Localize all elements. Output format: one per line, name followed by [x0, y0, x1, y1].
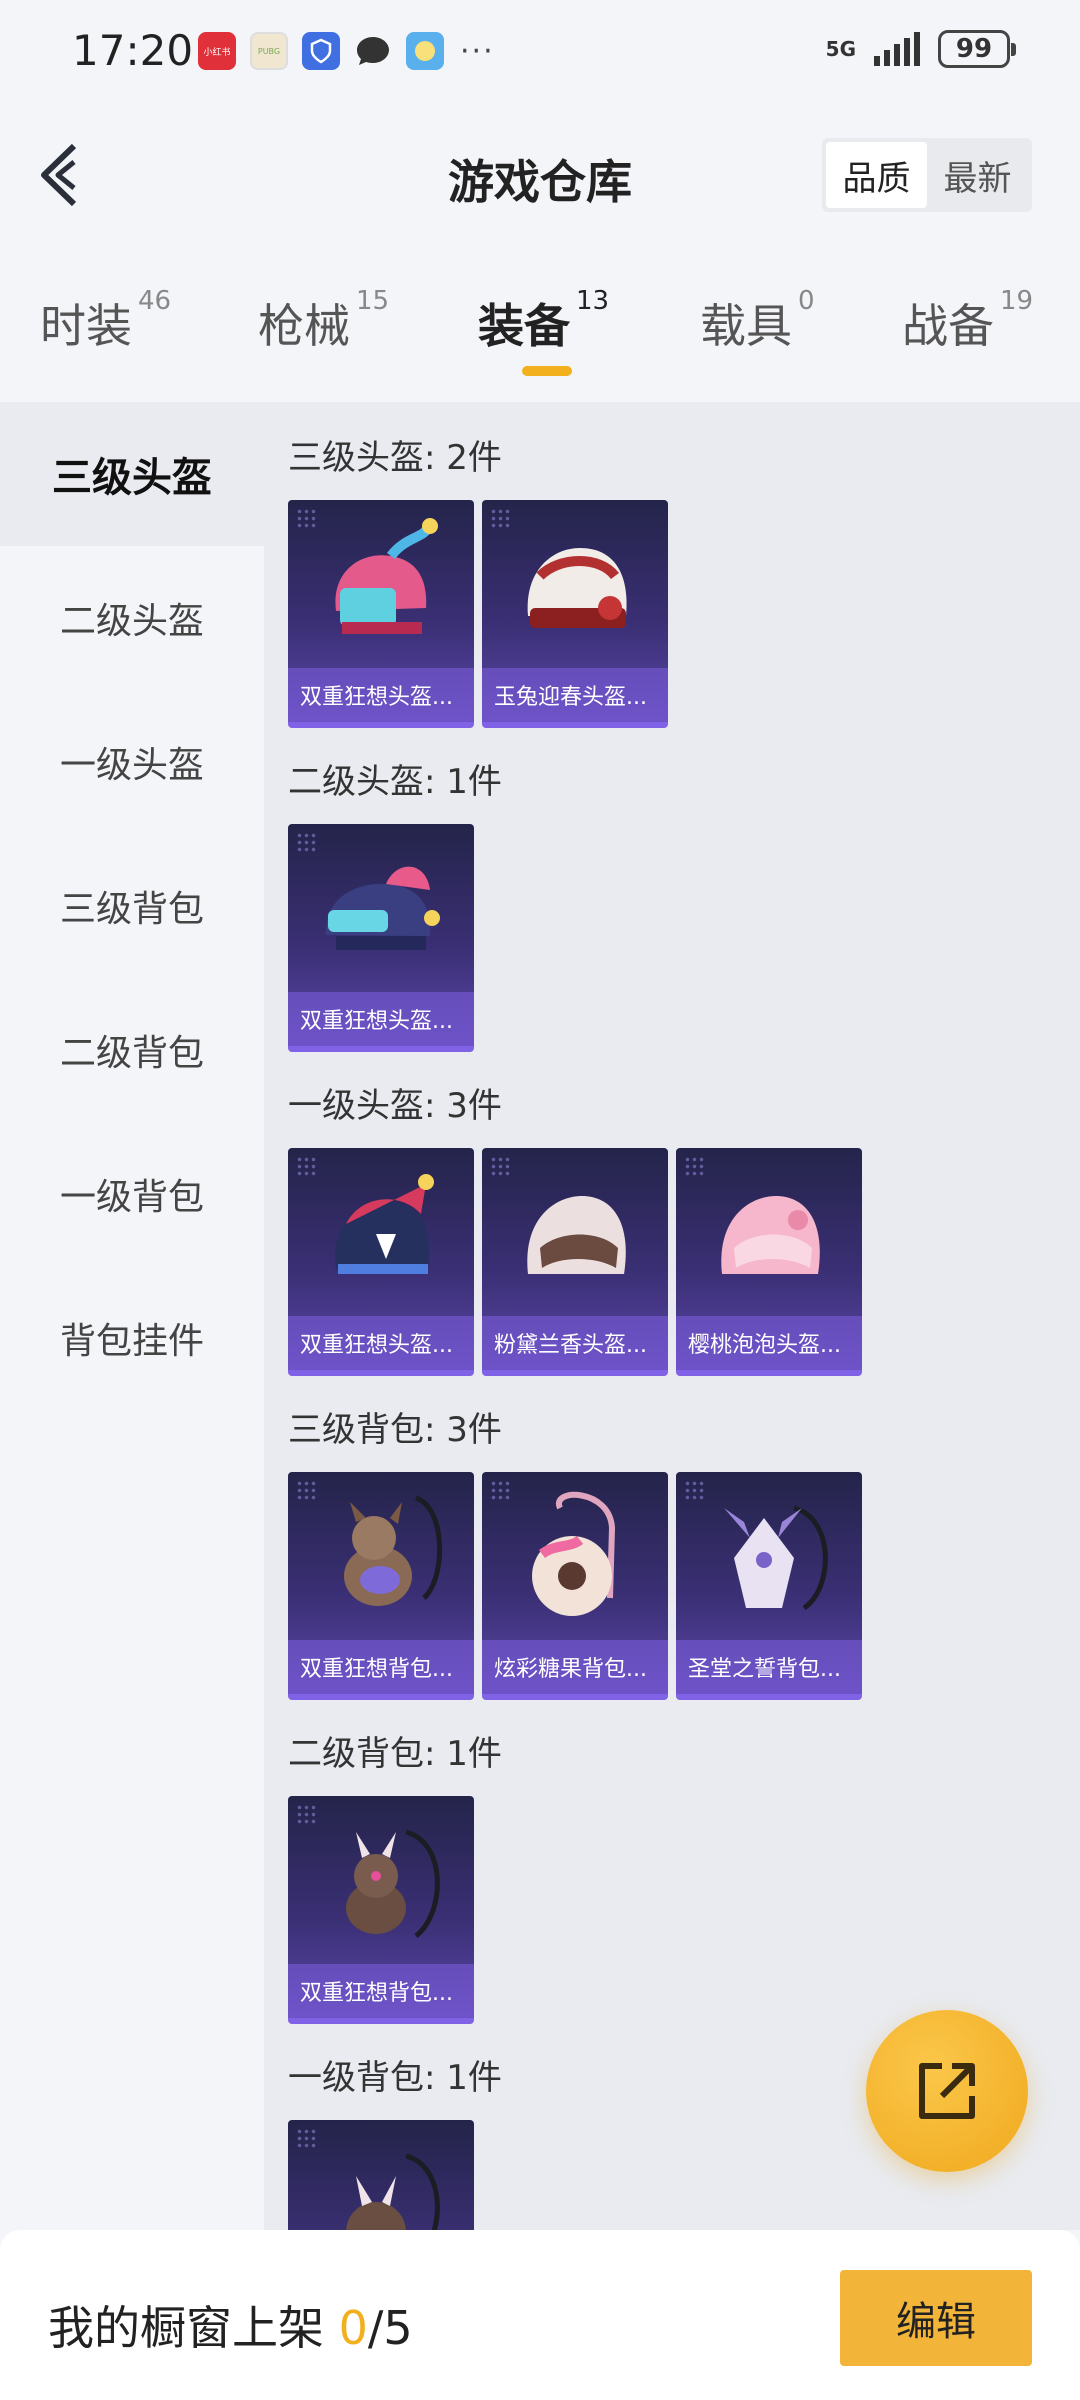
tab-label: 时装 — [40, 299, 132, 353]
backpack-icon — [532, 1491, 616, 1616]
item-card[interactable]: 圣堂之誓背包... — [676, 1472, 862, 1700]
sort-by-newest-button[interactable]: 最新 — [927, 142, 1028, 208]
item-card[interactable]: 双重狂想头盔... — [288, 824, 474, 1052]
showcase-total: /5 — [367, 2301, 413, 2355]
edit-button[interactable]: 编辑 — [840, 2270, 1032, 2366]
status-time: 17:20 — [72, 26, 194, 75]
tab-label: 战备 — [902, 299, 994, 353]
backpack-icon — [346, 1829, 440, 1938]
item-grid-area: 三级头盔: 2件 双重狂想头盔... 玉兔迎春头盔... 二级头盔: 1件 双重… — [264, 402, 1080, 2230]
page-header: 游戏仓库 品质 最新 — [0, 100, 1080, 250]
sidebar-item-level1-backpack[interactable]: 一级背包 — [0, 1122, 264, 1266]
signal-icon — [874, 32, 920, 66]
section-title: 二级背包: 1件 — [288, 1734, 502, 1774]
subcategory-sidebar: 三级头盔 二级头盔 一级头盔 三级背包 二级背包 一级背包 背包挂件 — [0, 402, 264, 2232]
shield-app-icon — [302, 32, 340, 70]
item-name: 双重狂想头盔... — [288, 668, 474, 722]
sidebar-item-level3-helmet[interactable]: 三级头盔 — [0, 402, 264, 546]
item-card[interactable]: 樱桃泡泡头盔... — [676, 1148, 862, 1376]
section-title: 三级背包: 3件 — [288, 1410, 502, 1450]
section-title: 一级头盔: 3件 — [288, 1086, 502, 1126]
status-app-icons: 小红书 PUBG ··· — [198, 32, 495, 70]
tab-count: 19 — [1000, 286, 1034, 316]
helmet-icon — [527, 1196, 626, 1274]
sidebar-item-level1-helmet[interactable]: 一级头盔 — [0, 690, 264, 834]
helmet-icon — [721, 1196, 820, 1274]
tab-fashion[interactable]: 时装 46 — [40, 286, 171, 356]
sort-toggle: 品质 最新 — [822, 138, 1032, 212]
item-name: 粉黛兰香头盔... — [482, 1316, 668, 1370]
item-card[interactable]: 炫彩糖果背包... — [482, 1472, 668, 1700]
network-5g-indicator: 5G — [825, 37, 856, 61]
backpack-icon — [724, 1505, 828, 1611]
showcase-current: 0 — [338, 2301, 368, 2355]
item-name: 炫彩糖果背包... — [482, 1640, 668, 1694]
showcase-bar: 我的橱窗上架 0/5 编辑 — [0, 2230, 1080, 2400]
item-card[interactable]: 双重狂想头盔... — [288, 1148, 474, 1376]
helmet-icon — [335, 518, 438, 634]
sidebar-item-level2-helmet[interactable]: 二级头盔 — [0, 546, 264, 690]
sort-by-quality-button[interactable]: 品质 — [826, 142, 927, 208]
item-name: 玉兔迎春头盔... — [482, 668, 668, 722]
sidebar-item-backpack-charm[interactable]: 背包挂件 — [0, 1266, 264, 1410]
xiaohongshu-app-label: 小红书 — [203, 47, 231, 58]
sidebar-item-level2-backpack[interactable]: 二级背包 — [0, 978, 264, 1122]
showcase-label: 我的橱窗上架 — [48, 2301, 324, 2355]
status-bar: 17:20 小红书 PUBG ··· 5G 99 — [0, 0, 1080, 100]
tab-count: 46 — [138, 286, 172, 316]
item-name: 双重狂想头盔... — [288, 992, 474, 1046]
tab-label: 装备 — [478, 299, 570, 353]
more-notifications-icon: ··· — [460, 33, 495, 69]
helmet-icon — [527, 548, 627, 628]
status-right: 5G 99 — [825, 30, 1016, 68]
share-external-icon — [919, 2063, 975, 2119]
game-app-label: PUBG — [257, 46, 281, 56]
item-card[interactable]: 双重狂想背包... — [288, 1796, 474, 2024]
item-card[interactable]: 玉兔迎春头盔... — [482, 500, 668, 728]
section-title: 二级头盔: 1件 — [288, 762, 502, 802]
active-tab-indicator — [522, 366, 572, 376]
section-title: 一级背包: 1件 — [288, 2058, 502, 2098]
share-button[interactable] — [866, 2010, 1028, 2172]
category-tabs: 时装 46 枪械 15 装备 13 载具 0 战备 19 — [0, 250, 1080, 402]
backpack-icon — [344, 1495, 442, 1606]
item-card[interactable]: 双重狂想背包... — [288, 1472, 474, 1700]
item-card[interactable]: 双重狂想头盔... — [288, 500, 474, 728]
tab-equipment[interactable]: 装备 13 — [478, 286, 609, 356]
item-name: 圣堂之誓背包... — [676, 1640, 862, 1694]
xiaohongshu-app-icon: 小红书 — [198, 32, 236, 70]
section-title: 三级头盔: 2件 — [288, 438, 502, 478]
item-name: 双重狂想头盔... — [288, 1316, 474, 1370]
chat-bubble-icon — [354, 32, 392, 70]
tab-supplies[interactable]: 战备 19 — [902, 286, 1033, 356]
tab-vehicles[interactable]: 载具 0 — [700, 286, 815, 356]
weather-app-icon — [406, 32, 444, 70]
tab-count: 13 — [576, 286, 610, 316]
tab-count: 0 — [798, 286, 815, 316]
showcase-count: 我的橱窗上架 0/5 — [48, 2292, 413, 2358]
item-card[interactable]: 粉黛兰香头盔... — [482, 1148, 668, 1376]
battery-icon: 99 — [938, 30, 1016, 68]
helmet-icon — [325, 866, 440, 950]
tab-firearms[interactable]: 枪械 15 — [258, 286, 389, 356]
sidebar-item-level3-backpack[interactable]: 三级背包 — [0, 834, 264, 978]
helmet-icon — [335, 1174, 434, 1274]
game-app-icon: PUBG — [250, 32, 288, 70]
backpack-icon — [346, 2153, 440, 2230]
tab-label: 载具 — [700, 299, 792, 353]
tab-count: 15 — [356, 286, 390, 316]
tab-label: 枪械 — [258, 299, 350, 353]
item-name: 樱桃泡泡头盔... — [676, 1316, 862, 1370]
item-name: 双重狂想背包... — [288, 1640, 474, 1694]
item-name: 双重狂想背包... — [288, 1964, 474, 2018]
battery-level: 99 — [955, 34, 993, 64]
item-card[interactable] — [288, 2120, 474, 2230]
